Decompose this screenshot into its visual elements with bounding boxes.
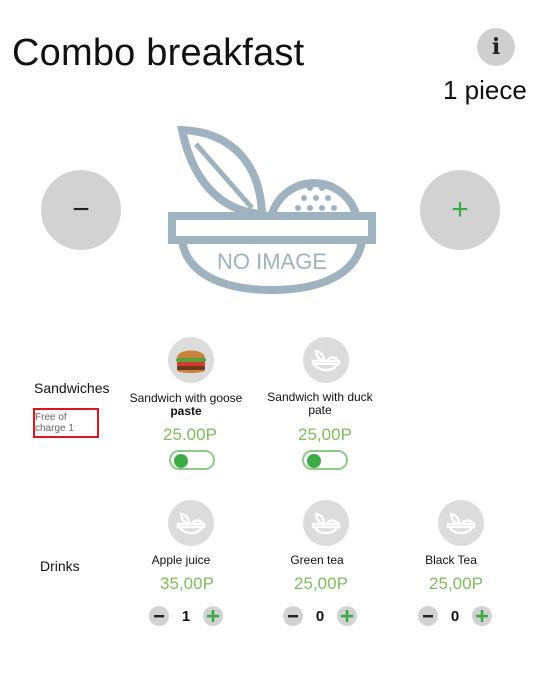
decrease-button[interactable] — [149, 606, 169, 626]
increase-button[interactable] — [472, 606, 492, 626]
toggle-knob — [307, 454, 321, 468]
category-label-sandwiches: Sandwiches — [34, 380, 110, 396]
plus-icon — [476, 610, 488, 622]
minus-icon — [154, 615, 164, 618]
quantity-value: 1 — [181, 607, 191, 625]
decrease-button[interactable] — [418, 606, 438, 626]
product-thumbnail — [303, 500, 349, 546]
product-name: Sandwich with duck pate — [267, 390, 373, 417]
product-name: Apple juice — [151, 553, 211, 567]
product-thumbnail — [438, 500, 484, 546]
product-name: Green tea — [290, 553, 344, 567]
increase-button[interactable] — [203, 606, 223, 626]
plus-icon — [207, 610, 219, 622]
quantity-stepper: 0 — [283, 606, 357, 626]
minus-icon: − — [72, 193, 90, 226]
product-price: 25,00P — [298, 425, 352, 444]
plus-icon — [341, 610, 353, 622]
info-button[interactable]: i — [477, 28, 515, 66]
product-thumbnail — [303, 337, 349, 383]
product-price: 35,00P — [160, 574, 214, 593]
plus-icon: + — [451, 193, 469, 226]
no-image-text: NO IMAGE — [217, 249, 327, 274]
product-price: 25,00P — [429, 574, 483, 593]
quantity-label: 1 piece — [443, 75, 527, 105]
product-thumbnail — [168, 500, 214, 546]
product-thumbnail — [168, 337, 214, 383]
quantity-stepper: 0 — [418, 606, 492, 626]
quantity-stepper: 1 — [149, 606, 223, 626]
product-name: Black Tea — [425, 553, 477, 567]
product-name: Sandwich with goose paste — [129, 391, 243, 418]
product-price: 25.00P — [163, 425, 217, 444]
select-toggle[interactable] — [302, 450, 348, 470]
product-price: 25,00P — [294, 574, 348, 593]
increase-button[interactable] — [337, 606, 357, 626]
minus-icon — [288, 615, 298, 618]
no-image-placeholder: NO IMAGE — [168, 125, 376, 295]
decrease-button[interactable] — [283, 606, 303, 626]
quantity-value: 0 — [315, 607, 325, 625]
page-title: Combo breakfast — [12, 32, 305, 74]
decrease-quantity-button[interactable]: − — [41, 170, 121, 250]
increase-quantity-button[interactable]: + — [420, 170, 500, 250]
salad-bowl-icon — [311, 512, 341, 535]
salad-bowl-icon — [176, 512, 206, 535]
free-of-charge-note: Free of charge 1 — [33, 408, 99, 438]
minus-icon — [423, 615, 433, 618]
select-toggle[interactable] — [169, 450, 215, 470]
salad-bowl-icon — [446, 512, 476, 535]
category-label-drinks: Drinks — [40, 558, 80, 574]
toggle-knob — [174, 454, 188, 468]
salad-bowl-icon — [311, 349, 341, 372]
quantity-value: 0 — [450, 607, 460, 625]
burger-icon — [176, 350, 206, 373]
